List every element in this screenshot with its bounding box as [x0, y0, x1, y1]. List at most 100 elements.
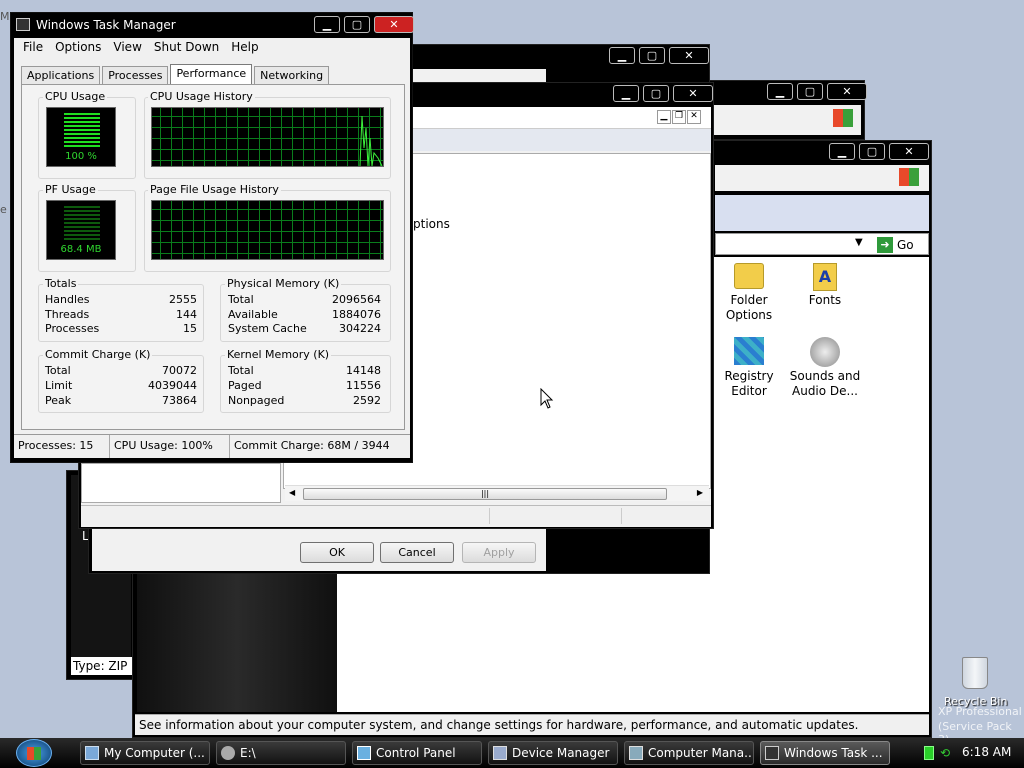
minimize-button[interactable]: ▁: [829, 143, 855, 160]
menu-help[interactable]: Help: [226, 38, 265, 58]
registry-editor-item[interactable]: Registry Editor: [717, 337, 781, 399]
close-button[interactable]: ✕: [374, 16, 414, 33]
pf-usage-bars: [64, 206, 100, 240]
mouse-cursor-icon: [540, 388, 554, 409]
task-manager-icon: [765, 746, 779, 760]
menu-view[interactable]: View: [108, 38, 148, 58]
minimize-button[interactable]: ▁: [314, 16, 340, 33]
clock[interactable]: 6:18 AM: [962, 745, 1011, 759]
totals-handles-row: Handles 2555: [45, 293, 197, 306]
task-manager-icon: [16, 18, 30, 31]
go-button[interactable]: ➜ Go: [877, 235, 914, 255]
kernel-paged-row: Paged 11556: [228, 379, 381, 392]
pf-usage-meter: 68.4 MB: [46, 200, 116, 260]
horizontal-scrollbar[interactable]: ◀ ||| ▶: [285, 485, 709, 501]
status-commit-charge: Commit Charge: 68M / 3944M: [234, 439, 390, 452]
close-button[interactable]: ✕: [669, 47, 709, 64]
maximize-button[interactable]: ▢: [643, 85, 669, 102]
minimize-button[interactable]: ▁: [609, 47, 635, 64]
taskbar-e-drive[interactable]: E:\: [216, 741, 346, 765]
taskbar-my-computer[interactable]: My Computer (...: [80, 741, 210, 765]
status-cpu-usage: CPU Usage: 100%: [110, 435, 230, 458]
physical-cache-row: System Cache 304224: [228, 322, 381, 335]
speaker-icon: [810, 337, 840, 367]
go-arrow-icon: ➜: [877, 237, 893, 253]
scroll-right-icon[interactable]: ▶: [697, 488, 703, 497]
pf-usage-label: PF Usage: [43, 183, 98, 196]
kernel-nonpaged-row: Nonpaged 2592: [228, 394, 381, 407]
recycle-bin-icon[interactable]: [962, 657, 988, 689]
taskbar-computer-management[interactable]: Computer Mana...: [624, 741, 754, 765]
computer-management-icon: [629, 746, 643, 760]
taskbar-device-manager[interactable]: Device Manager: [488, 741, 618, 765]
inner-window-controls[interactable]: ▁ ❐ ✕: [657, 110, 701, 124]
tab-networking[interactable]: Networking: [254, 66, 330, 85]
scroll-thumb[interactable]: |||: [303, 488, 667, 500]
close-button[interactable]: ✕: [673, 85, 713, 102]
start-button[interactable]: [16, 739, 52, 767]
drive-icon: [221, 746, 235, 760]
control-panel-icon: [357, 746, 371, 760]
menu-file[interactable]: File: [18, 38, 50, 58]
taskbar-control-panel[interactable]: Control Panel: [352, 741, 482, 765]
tab-applications[interactable]: Applications: [21, 66, 101, 85]
menu-options[interactable]: Options: [50, 38, 108, 58]
menu-shut-down[interactable]: Shut Down: [149, 38, 226, 58]
apply-button: Apply: [462, 542, 536, 563]
desktop-glyph-m: M: [0, 10, 10, 23]
commit-total-row: Total 70072: [45, 364, 197, 377]
commit-charge-label: Commit Charge (K): [43, 348, 153, 361]
minimize-button[interactable]: ▁: [613, 85, 639, 102]
pf-history-label: Page File Usage History: [148, 183, 281, 196]
close-button[interactable]: ✕: [889, 143, 929, 160]
watermark-line-1: XP Professional: [938, 705, 1022, 718]
windows-logo-icon: [27, 747, 41, 760]
close-button[interactable]: ✕: [827, 83, 867, 100]
ok-button[interactable]: OK: [300, 542, 374, 563]
totals-label: Totals: [43, 277, 79, 290]
cpu-usage-bars: [64, 113, 100, 147]
cpu-history-label: CPU Usage History: [148, 90, 255, 103]
desktop-glyph-e: e: [0, 203, 7, 216]
sounds-audio-item[interactable]: Sounds and Audio De...: [785, 337, 865, 399]
pf-history-graph: [151, 200, 384, 260]
menu-bar: File Options View Shut Down Help: [14, 38, 266, 58]
maximize-button[interactable]: ▢: [859, 143, 885, 160]
minimize-button[interactable]: ▁: [767, 83, 793, 100]
tab-processes[interactable]: Processes: [102, 66, 169, 85]
tray-network-icon[interactable]: ⟲: [940, 746, 952, 760]
fonts-icon: A: [813, 263, 837, 291]
scroll-left-icon[interactable]: ◀: [289, 488, 295, 497]
control-panel-status-bar: See information about your computer syst…: [135, 714, 929, 735]
kernel-total-row: Total 14148: [228, 364, 381, 377]
folder-options-icon: [734, 263, 764, 289]
status-bar: [81, 505, 711, 525]
status-processes: Processes: 15: [14, 435, 110, 458]
zip-type-label: Type: ZIP Fi: [71, 657, 141, 675]
cpu-history-line: [359, 115, 383, 166]
kernel-memory-label: Kernel Memory (K): [225, 348, 332, 361]
maximize-button[interactable]: ▢: [639, 47, 665, 64]
folder-options-item[interactable]: Folder Options: [717, 263, 781, 323]
maximize-button[interactable]: ▢: [344, 16, 370, 33]
cpu-usage-label: CPU Usage: [43, 90, 108, 103]
registry-editor-icon: [734, 337, 764, 365]
tray-cpu-meter-icon[interactable]: [924, 746, 934, 760]
physical-memory-label: Physical Memory (K): [225, 277, 342, 290]
commit-peak-row: Peak 73864: [45, 394, 197, 407]
computer-icon: [85, 746, 99, 760]
task-manager-status-bar: Processes: 15 CPU Usage: 100% Commit Cha…: [14, 434, 410, 458]
task-manager-window[interactable]: Windows Task Manager ▁ ▢ ✕ File Options …: [10, 12, 414, 463]
taskbar-task-manager[interactable]: Windows Task ...: [760, 741, 890, 765]
commit-limit-row: Limit 4039044: [45, 379, 197, 392]
fonts-item[interactable]: A Fonts: [793, 263, 857, 308]
tab-performance[interactable]: Performance: [170, 64, 253, 85]
totals-processes-row: Processes 15: [45, 322, 197, 335]
device-manager-icon: [493, 746, 507, 760]
taskbar: My Computer (... E:\ Control Panel Devic…: [0, 738, 1024, 768]
address-dropdown-icon[interactable]: ▼: [855, 237, 863, 248]
cancel-button[interactable]: Cancel: [380, 542, 454, 563]
maximize-button[interactable]: ▢: [797, 83, 823, 100]
totals-threads-row: Threads 144: [45, 308, 197, 321]
windows-logo-icon: [899, 168, 919, 186]
